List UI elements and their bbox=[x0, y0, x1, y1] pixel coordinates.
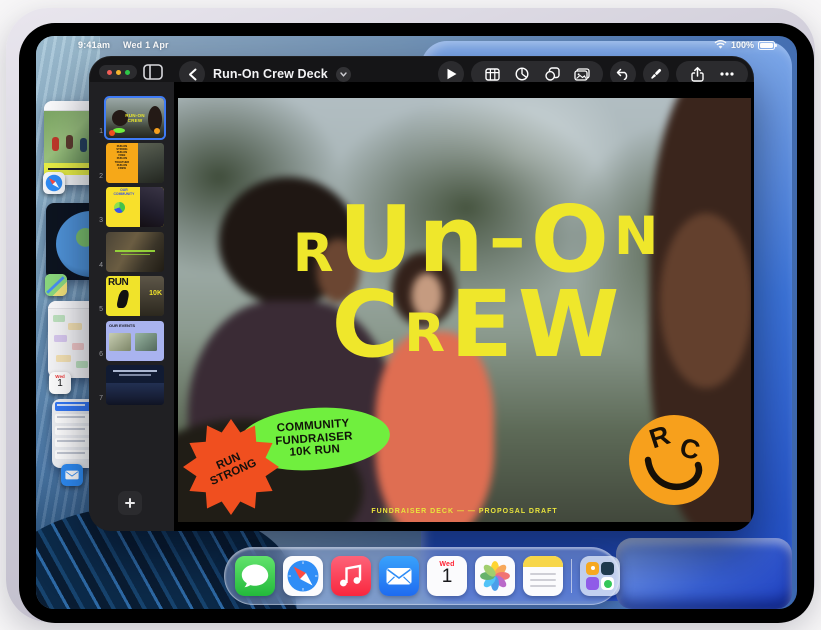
plus-icon bbox=[125, 498, 135, 508]
status-time: 9:41am bbox=[78, 40, 110, 50]
slide-row-4[interactable]: 4 bbox=[91, 232, 164, 272]
slide6-thumb-title: OUR EVENTS bbox=[109, 323, 135, 328]
slide-number: 5 bbox=[91, 306, 103, 316]
slide-number: 6 bbox=[91, 351, 103, 361]
maps-icon[interactable] bbox=[45, 274, 67, 296]
title-menu-button[interactable] bbox=[336, 67, 351, 82]
window-controls[interactable] bbox=[99, 65, 137, 79]
slide-thumbnail-5[interactable]: RUN 10K bbox=[106, 276, 164, 316]
slide-row-6[interactable]: 6 OUR EVENTS bbox=[91, 321, 164, 361]
app-library-icon[interactable] bbox=[580, 556, 620, 596]
ipad-screen: 9:41am Wed 1 Apr 100% bbox=[36, 36, 797, 609]
community-badge-text: COMMUNITYFUNDRAISER10K RUN bbox=[274, 418, 354, 461]
wifi-icon bbox=[714, 40, 727, 50]
view-options-button[interactable] bbox=[143, 64, 163, 80]
ipad-device: 9:41am Wed 1 Apr 100% bbox=[6, 8, 815, 622]
calendar-app-icon[interactable]: Wed 1 bbox=[427, 556, 467, 596]
slide2-thumb-text: RUN-ONSTRONGRUN-ONFREERUN-ONTOGETHERRUN-… bbox=[106, 143, 138, 183]
calendar-icon[interactable]: Wed 1 bbox=[49, 372, 71, 394]
dock-divider bbox=[571, 559, 572, 593]
slide-footer[interactable]: FUNDRAISER DECK — — PROPOSAL DRAFT bbox=[178, 508, 751, 515]
slide-thumbnail-2[interactable]: RUN-ONSTRONGRUN-ONFREERUN-ONTOGETHERRUN-… bbox=[106, 143, 164, 183]
notes-app-icon[interactable] bbox=[523, 556, 563, 596]
slide-row-5[interactable]: 5 RUN 10K bbox=[91, 276, 164, 316]
slide-thumbnail-6[interactable]: OUR EVENTS bbox=[106, 321, 164, 361]
battery-percent: 100% bbox=[731, 40, 754, 50]
slide5-thumb-title: RUN bbox=[108, 277, 128, 288]
battery-icon bbox=[758, 41, 775, 50]
slide-thumbnail-1[interactable]: RUN-ONCREW bbox=[106, 98, 164, 138]
document-title[interactable]: Run-On Crew Deck bbox=[213, 67, 328, 81]
slide-row-2[interactable]: 2 RUN-ONSTRONGRUN-ONFREERUN-ONTOGETHERRU… bbox=[91, 143, 164, 183]
slide-number: 2 bbox=[91, 173, 103, 183]
status-date: Wed 1 Apr bbox=[123, 40, 169, 50]
status-bar-left: 9:41am Wed 1 Apr bbox=[78, 40, 169, 50]
mail-app-icon[interactable] bbox=[379, 556, 419, 596]
safari-app-icon[interactable] bbox=[283, 556, 323, 596]
slide-row-1[interactable]: 1 RUN-ONCREW bbox=[91, 98, 164, 138]
slide-number: 4 bbox=[91, 262, 103, 272]
safari-icon[interactable] bbox=[43, 172, 65, 194]
photos-app-icon[interactable] bbox=[475, 556, 515, 596]
status-bar-right: 100% bbox=[714, 40, 775, 50]
slide-title[interactable]: RUn–ON CREW bbox=[218, 198, 738, 367]
music-app-icon[interactable] bbox=[331, 556, 371, 596]
rc-smiley-shape bbox=[628, 414, 720, 506]
messages-app-icon[interactable] bbox=[235, 556, 275, 596]
slide5-thumb-10k: 10K bbox=[149, 290, 162, 297]
slide-thumbnail-7[interactable] bbox=[106, 365, 164, 405]
rc-smiley-badge[interactable]: R C bbox=[628, 414, 720, 506]
dock: Wed 1 bbox=[224, 547, 620, 605]
minimize-icon[interactable] bbox=[116, 70, 121, 75]
calendar-day: 1 bbox=[49, 379, 71, 389]
slide-navigator: 1 RUN-ONCREW 2 RUN-ONSTRONGRUN-ONFREERUN… bbox=[89, 82, 174, 531]
calendar-day: 1 bbox=[427, 568, 467, 586]
zoom-icon[interactable] bbox=[125, 70, 130, 75]
slide-title-line2: CREW bbox=[218, 283, 738, 368]
slide-thumbnail-4[interactable] bbox=[106, 232, 164, 272]
slide-number: 7 bbox=[91, 395, 103, 405]
add-slide-button[interactable] bbox=[118, 491, 142, 515]
keynote-window: Run-On Crew Deck bbox=[89, 56, 754, 531]
slide-canvas[interactable]: RUn–ON CREW COMMUNITYFUNDRAISER10K RUN R… bbox=[174, 82, 754, 531]
current-slide[interactable]: RUn–ON CREW COMMUNITYFUNDRAISER10K RUN R… bbox=[178, 98, 751, 522]
slide-row-7[interactable]: 7 bbox=[91, 365, 164, 405]
slide3-thumb-title: OURCOMMUNITY bbox=[108, 189, 140, 196]
run-strong-badge[interactable]: RUNSTRONG bbox=[182, 418, 280, 516]
slide-number: 1 bbox=[91, 128, 103, 138]
close-icon[interactable] bbox=[107, 70, 112, 75]
slide-thumbnail-3[interactable]: OURCOMMUNITY bbox=[106, 187, 164, 227]
mail-icon[interactable] bbox=[61, 464, 83, 486]
slide-row-3[interactable]: 3 OURCOMMUNITY bbox=[91, 187, 164, 227]
slide-number: 3 bbox=[91, 217, 103, 227]
wallpaper-pillow bbox=[616, 538, 792, 609]
